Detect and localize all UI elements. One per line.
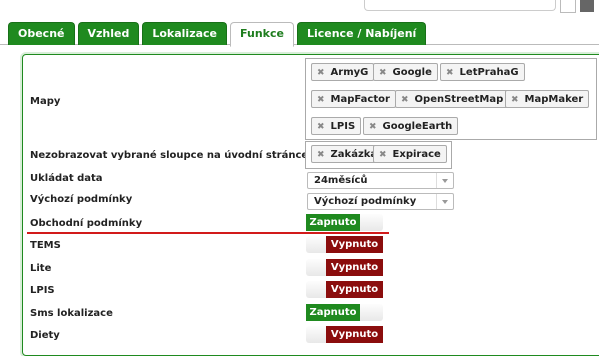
mapy-label: Mapy: [30, 96, 61, 107]
tab-licence[interactable]: Licence / Nabíjení: [296, 22, 427, 45]
toggle-knob: [306, 236, 326, 253]
lite-label: Lite: [30, 263, 52, 274]
close-icon[interactable]: ✖: [317, 68, 325, 78]
tab-obecne[interactable]: Obecné: [8, 22, 75, 45]
sloupce-tag-box[interactable]: ✖ Zakázka ✖ Expirace: [305, 141, 452, 169]
tag-expirace: ✖ Expirace: [373, 145, 447, 163]
lpis-toggle[interactable]: Vypnuto: [306, 281, 383, 298]
lite-toggle[interactable]: Vypnuto: [306, 259, 383, 276]
toggle-knob: [306, 281, 326, 298]
tag-mapmaker: ✖ MapMaker: [505, 90, 590, 108]
sms-toggle[interactable]: Zapnuto: [306, 304, 383, 321]
close-icon[interactable]: ✖: [379, 68, 387, 78]
toggle-knob: [306, 259, 326, 276]
tag-label: Google: [392, 67, 432, 78]
toggle-knob: [306, 326, 326, 343]
tag-label: LPIS: [330, 121, 356, 132]
toggle-knob: [360, 304, 383, 321]
close-icon[interactable]: ✖: [317, 122, 325, 132]
tab-vzhled[interactable]: Vzhled: [77, 22, 140, 45]
tag-label: Zakázka: [330, 149, 378, 160]
tag-mapfactor: ✖ MapFactor: [311, 90, 396, 108]
close-icon[interactable]: ✖: [317, 95, 325, 105]
tag-letprahag: ✖ LetPrahaG: [440, 63, 525, 81]
mapy-tag-box[interactable]: ✖ ArmyG ✖ Google ✖ LetPrahaG ✖ MapFactor ✖ Op…: [305, 58, 597, 140]
toggle-state: Vypnuto: [326, 326, 383, 343]
toggle-state: Zapnuto: [306, 214, 360, 231]
tag-label: ArmyG: [330, 67, 369, 78]
diety-label: Diety: [30, 330, 60, 341]
toggle-knob: [360, 214, 383, 231]
toggle-state: Vypnuto: [326, 259, 383, 276]
tag-label: OpenStreetMap: [414, 94, 504, 105]
settings-tabs: Obecné Vzhled Lokalizace Funkce Licence …: [8, 22, 429, 47]
vychozi-label: Výchozí podmínky: [30, 194, 133, 205]
ukladat-label: Ukládat data: [30, 173, 103, 184]
ukladat-select[interactable]: 24měsíců: [307, 172, 454, 189]
ukladat-value: 24měsíců: [314, 175, 368, 186]
close-icon[interactable]: ✖: [401, 95, 409, 105]
tag-label: MapFactor: [330, 94, 390, 105]
toggle-state: Vypnuto: [326, 281, 383, 298]
toggle-state: Zapnuto: [306, 304, 360, 321]
close-icon[interactable]: ✖: [446, 68, 454, 78]
tag-googleearth: ✖ GoogleEarth: [363, 117, 459, 135]
toggle-state: Vypnuto: [326, 236, 383, 253]
chevron-down-icon: [436, 173, 453, 188]
tag-armyg: ✖ ArmyG: [311, 63, 375, 81]
tag-label: GoogleEarth: [382, 121, 453, 132]
close-icon[interactable]: ✖: [511, 95, 519, 105]
top-button[interactable]: [560, 0, 576, 13]
tag-openstreetmap: ✖ OpenStreetMap: [395, 90, 510, 108]
tems-toggle[interactable]: Vypnuto: [306, 236, 383, 253]
top-toolbar-fragment: [356, 0, 599, 14]
close-icon[interactable]: ✖: [317, 150, 325, 160]
tag-lpis: ✖ LPIS: [311, 117, 362, 135]
tag-google: ✖ Google: [373, 63, 438, 81]
tab-lokalizace[interactable]: Lokalizace: [142, 22, 228, 45]
tab-funkce[interactable]: Funkce: [230, 22, 294, 47]
close-icon[interactable]: ✖: [379, 150, 387, 160]
close-icon[interactable]: ✖: [369, 122, 377, 132]
top-search-input[interactable]: [364, 0, 556, 11]
vychozi-select[interactable]: Výchozí podmínky: [307, 193, 454, 210]
highlight-underline: [27, 232, 389, 234]
obchodni-label: Obchodní podmínky: [30, 218, 143, 229]
chevron-down-icon: [436, 194, 453, 209]
tag-label: MapMaker: [524, 94, 584, 105]
sloupce-label: Nezobrazovat vybrané sloupce na úvodní s…: [30, 150, 309, 161]
sms-label: Sms lokalizace: [30, 308, 113, 319]
tag-label: LetPrahaG: [459, 67, 519, 78]
lpis-label: LPIS: [30, 285, 55, 296]
top-button-dark[interactable]: [580, 0, 594, 12]
tag-label: Expirace: [392, 149, 441, 160]
vychozi-value: Výchozí podmínky: [314, 196, 417, 207]
obchodni-toggle[interactable]: Zapnuto: [306, 214, 383, 231]
tems-label: TEMS: [30, 240, 61, 251]
diety-toggle[interactable]: Vypnuto: [306, 326, 383, 343]
